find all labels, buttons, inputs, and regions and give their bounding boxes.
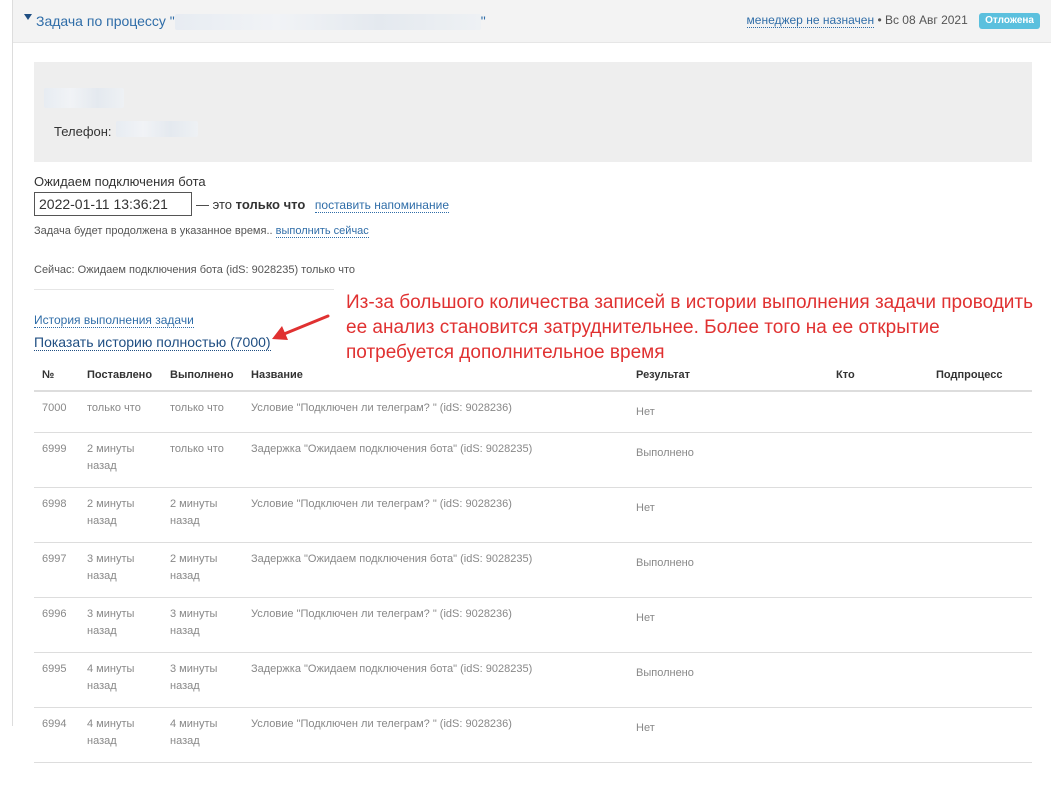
arrow-icon [272, 314, 330, 340]
datetime-input[interactable] [34, 192, 192, 216]
wait-label: Ожидаем подключения бота [34, 174, 206, 189]
annotation-text: Из-за большого количества записей в исто… [346, 292, 1034, 363]
relative-time: — это только что поставить напоминание [196, 197, 449, 213]
phone-label: Телефон: [54, 124, 112, 139]
redacted-process-name [174, 14, 481, 31]
task-title[interactable]: Задача по процессу " " [36, 13, 486, 31]
task-date: • Вс 08 Авг 2021 [877, 13, 968, 27]
col-placed: Поставлено [79, 360, 162, 392]
history-table: № Поставлено Выполнено Название Результа… [34, 360, 1032, 763]
table-row: 6998 2 минуты назад 2 минуты назад Услов… [34, 487, 1032, 543]
show-full-history-link[interactable]: Показать историю полностью (7000) [34, 334, 271, 351]
redacted-contact-name [44, 88, 124, 108]
divider [34, 289, 334, 290]
task-header[interactable]: Задача по процессу " " менеджер не назнач… [13, 0, 1051, 43]
history-link[interactable]: История выполнения задачи [34, 313, 194, 328]
set-reminder-link[interactable]: поставить напоминание [314, 198, 449, 213]
run-now-link[interactable]: выполнить сейчас [275, 225, 369, 238]
status-badge: Отложена [979, 13, 1040, 29]
table-row: 6994 4 минуты назад 4 минуты назад Услов… [34, 707, 1032, 763]
manager-link[interactable]: менеджер не назначен [746, 13, 875, 28]
continue-hint: Задача будет продолжена в указанное врем… [34, 225, 369, 238]
table-row: 6999 2 минуты назад только что Задержка … [34, 432, 1032, 488]
contact-card: Телефон: [34, 62, 1032, 162]
col-done: Выполнено [162, 360, 243, 392]
table-row: 6997 3 минуты назад 2 минуты назад Задер… [34, 542, 1032, 598]
redacted-phone [116, 121, 198, 137]
table-row: 7000 только что только что Условие "Подк… [34, 391, 1032, 433]
current-state: Сейчас: Ожидаем подключения бота (idS: 9… [34, 264, 355, 276]
caret-down-icon[interactable] [24, 14, 32, 20]
table-row: 6995 4 минуты назад 3 минуты назад Задер… [34, 652, 1032, 708]
table-row: 6996 3 минуты назад 3 минуты назад Услов… [34, 597, 1032, 653]
header-meta: менеджер не назначен • Вс 08 Авг 2021 От… [746, 13, 1040, 29]
col-num: № [34, 360, 79, 392]
